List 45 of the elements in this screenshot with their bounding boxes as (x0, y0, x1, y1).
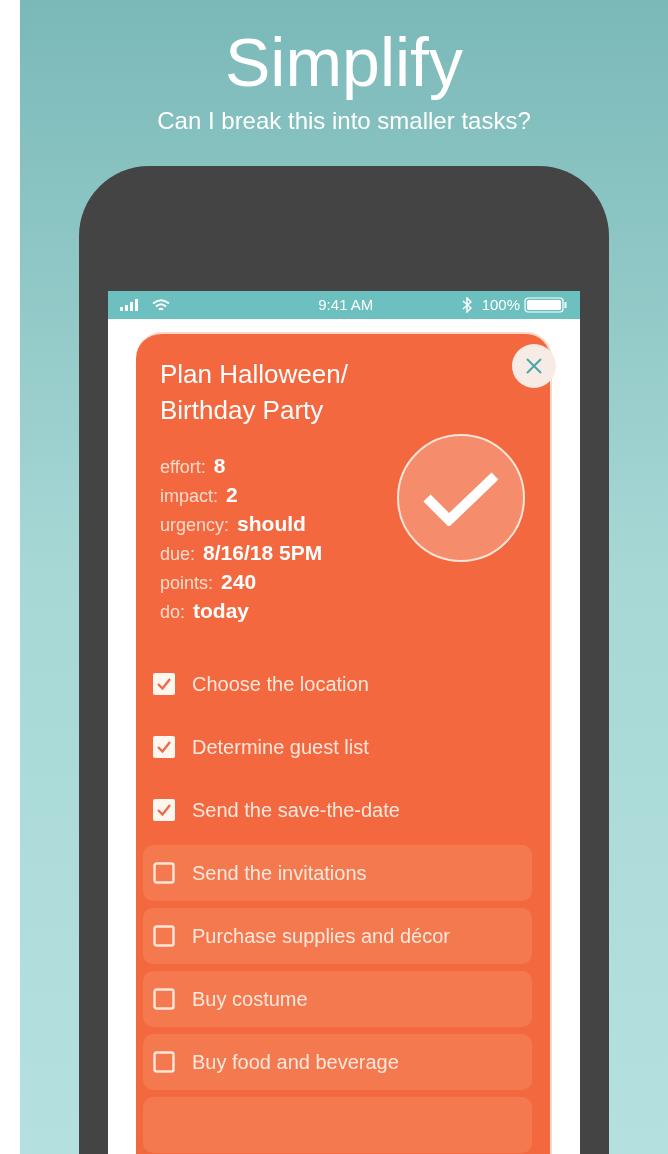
subtask-row[interactable]: Choose the location (143, 656, 532, 712)
field-value: 8 (213, 453, 226, 479)
field-label: urgency: (160, 514, 230, 537)
field-value: 2 (226, 482, 238, 508)
page-title: Simplify (224, 23, 463, 102)
subtask-label: Buy costume (192, 987, 308, 1012)
wifi-icon (152, 298, 170, 312)
task-title: Birthday Party (160, 394, 325, 427)
subtask-label: Send the save-the-date (192, 798, 400, 823)
field-label: points: (160, 572, 214, 595)
checked-checkbox-icon[interactable] (153, 799, 175, 821)
subtask-label: Send the invitations (192, 861, 367, 886)
field-label: do: (160, 601, 186, 624)
checkmark-icon (423, 470, 499, 526)
field-value: should (237, 511, 306, 537)
field-value: 240 (221, 569, 257, 595)
task-title: Plan Halloween/ (160, 358, 349, 391)
field-label: impact: (160, 485, 219, 508)
bluetooth-icon (461, 297, 472, 313)
field-label: effort: (160, 456, 206, 479)
subtask-label: Choose the location (192, 672, 369, 697)
checkbox-icon[interactable] (153, 1051, 175, 1073)
checked-checkbox-icon[interactable] (153, 736, 175, 758)
close-button[interactable] (512, 344, 556, 388)
battery-percent: 100% (481, 294, 520, 315)
subtask-row[interactable]: Buy costume (143, 971, 532, 1027)
battery-icon (524, 297, 568, 313)
subtask-row[interactable]: Determine guest list (143, 719, 532, 775)
checked-checkbox-icon[interactable] (153, 673, 175, 695)
field-value: today (193, 598, 250, 624)
checkbox-icon[interactable] (153, 988, 175, 1010)
close-icon (526, 358, 542, 374)
subtask-row[interactable]: Buy food and beverage (143, 1034, 532, 1090)
subtask-label: Buy food and beverage (192, 1050, 399, 1075)
subtask-label: Determine guest list (192, 735, 369, 760)
subtask-label: Purchase supplies and décor (192, 924, 450, 949)
checkbox-icon[interactable] (153, 862, 175, 884)
page-subtitle: Can I break this into smaller tasks? (157, 106, 531, 136)
subtask-row[interactable]: Send the invitations (143, 845, 532, 901)
field-label: due: (160, 543, 196, 566)
checkbox-icon[interactable] (153, 925, 175, 947)
subtask-row[interactable]: Send the save-the-date (143, 782, 532, 838)
status-time: 9:41 AM (318, 294, 374, 315)
field-value: 8/16/18 5PM (203, 540, 323, 566)
subtask-row[interactable]: Purchase supplies and décor (143, 908, 532, 964)
